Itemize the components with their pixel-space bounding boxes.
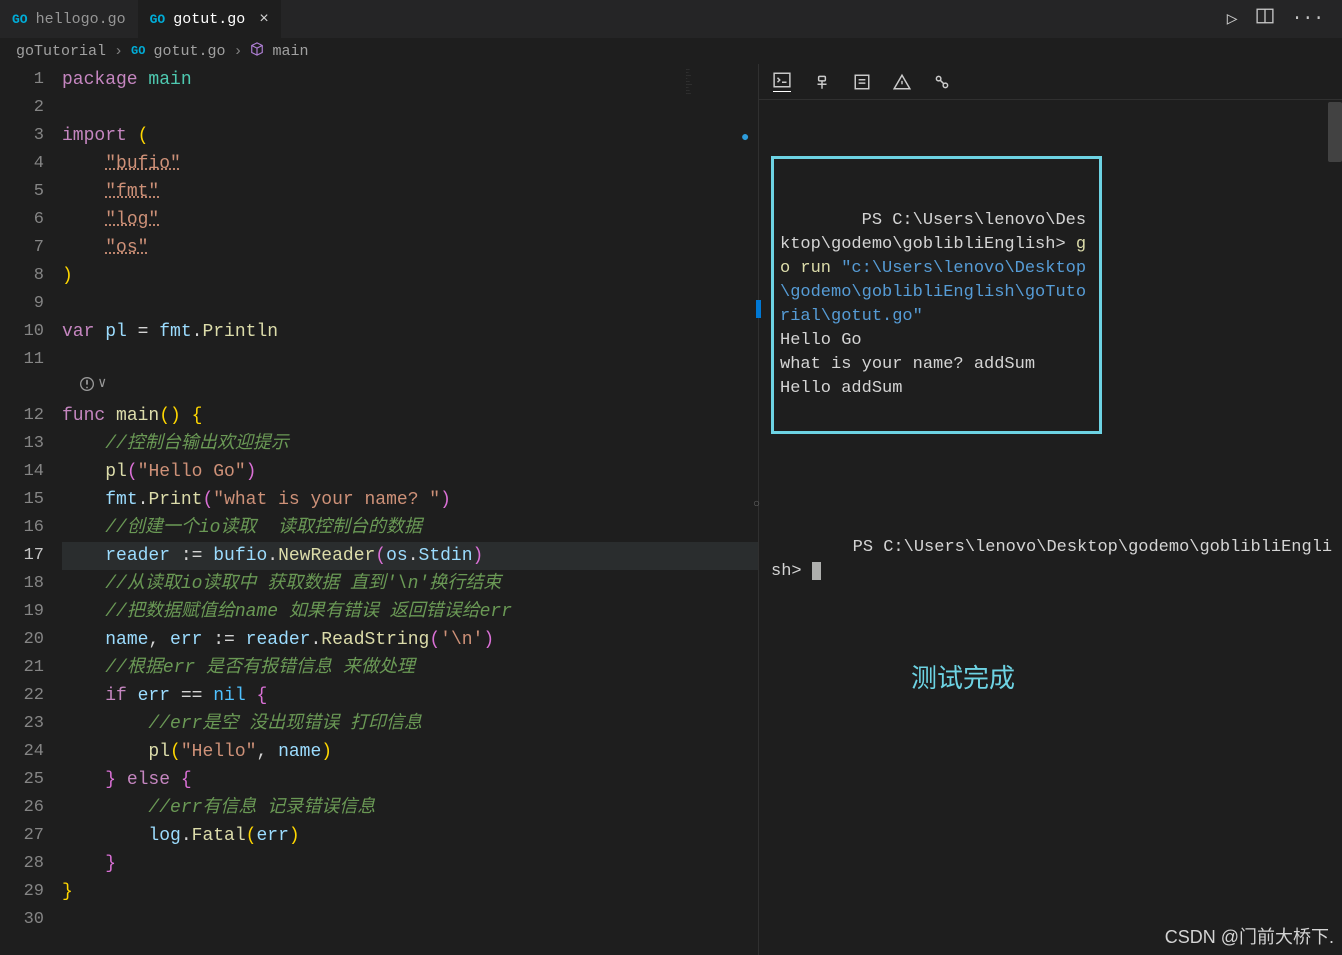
split-editor-icon[interactable] bbox=[1256, 7, 1274, 31]
breadcrumb[interactable]: goTutorial › GO gotut.go › main bbox=[0, 38, 1342, 64]
scrollbar[interactable] bbox=[1328, 102, 1342, 162]
idle-marker-icon: ○ bbox=[753, 492, 760, 516]
chevron-right-icon: › bbox=[114, 43, 123, 60]
breadcrumb-folder: goTutorial bbox=[16, 43, 106, 60]
go-icon: GO bbox=[150, 12, 166, 27]
watermark: CSDN @门前大桥下. bbox=[1165, 923, 1334, 949]
tab-gotut[interactable]: GO gotut.go × bbox=[138, 0, 281, 38]
annotation-text: 测试完成 bbox=[911, 666, 1342, 690]
editor[interactable]: 1234567891011121314151617181920212223242… bbox=[0, 64, 758, 955]
go-icon: GO bbox=[12, 12, 28, 27]
terminal-highlight-box: ● PS C:\Users\lenovo\Desktop\godemo\gobl… bbox=[771, 156, 1102, 434]
tab-terminal[interactable] bbox=[773, 71, 791, 92]
tab-bar: GO hellogo.go GO gotut.go × ▷ ··· bbox=[0, 0, 1342, 38]
terminal-line: Hello addSum bbox=[780, 379, 902, 398]
package-icon bbox=[250, 42, 264, 61]
tab-hellogo[interactable]: GO hellogo.go bbox=[0, 0, 138, 38]
terminal-line: what is your name? addSum bbox=[780, 355, 1035, 374]
breadcrumb-symbol: main bbox=[272, 43, 308, 60]
tab-ports[interactable] bbox=[933, 73, 951, 91]
terminal-line: Hello Go bbox=[780, 331, 862, 350]
terminal-output[interactable]: ● PS C:\Users\lenovo\Desktop\godemo\gobl… bbox=[759, 100, 1342, 738]
active-marker-icon: ● bbox=[741, 126, 749, 150]
more-icon[interactable]: ··· bbox=[1292, 9, 1324, 29]
panel-tabs bbox=[759, 64, 1342, 100]
tab-output[interactable] bbox=[853, 73, 871, 91]
cursor bbox=[812, 562, 821, 580]
minimap[interactable]: ▬▬▬▬▬▬▬▬▬▬▬▬▬▬▬▬▬▬▬▬▬▬▬▬▬▬▬ bbox=[686, 68, 746, 148]
codelens-run[interactable]: ∨ bbox=[80, 375, 106, 392]
breadcrumb-file: gotut.go bbox=[153, 43, 225, 60]
code-area[interactable]: package mainimport ( "bufio" "fmt" "log"… bbox=[62, 64, 758, 955]
tab-label: gotut.go bbox=[173, 11, 245, 28]
tab-debug-console[interactable] bbox=[813, 73, 831, 91]
chevron-right-icon: › bbox=[233, 43, 242, 60]
line-gutter: 1234567891011121314151617181920212223242… bbox=[0, 64, 62, 955]
run-icon[interactable]: ▷ bbox=[1227, 8, 1238, 30]
sash-indicator[interactable] bbox=[756, 300, 761, 318]
close-icon[interactable]: × bbox=[259, 10, 269, 28]
editor-actions: ▷ ··· bbox=[1227, 7, 1342, 31]
tab-problems[interactable] bbox=[893, 73, 911, 91]
terminal-panel: ● PS C:\Users\lenovo\Desktop\godemo\gobl… bbox=[758, 64, 1342, 955]
tab-label: hellogo.go bbox=[36, 11, 126, 28]
terminal-line: PS C:\Users\lenovo\Desktop\godemo\goblib… bbox=[771, 538, 1332, 581]
go-icon: GO bbox=[131, 44, 145, 58]
terminal-line: PS C:\Users\lenovo\Desktop\godemo\goblib… bbox=[780, 211, 1086, 254]
